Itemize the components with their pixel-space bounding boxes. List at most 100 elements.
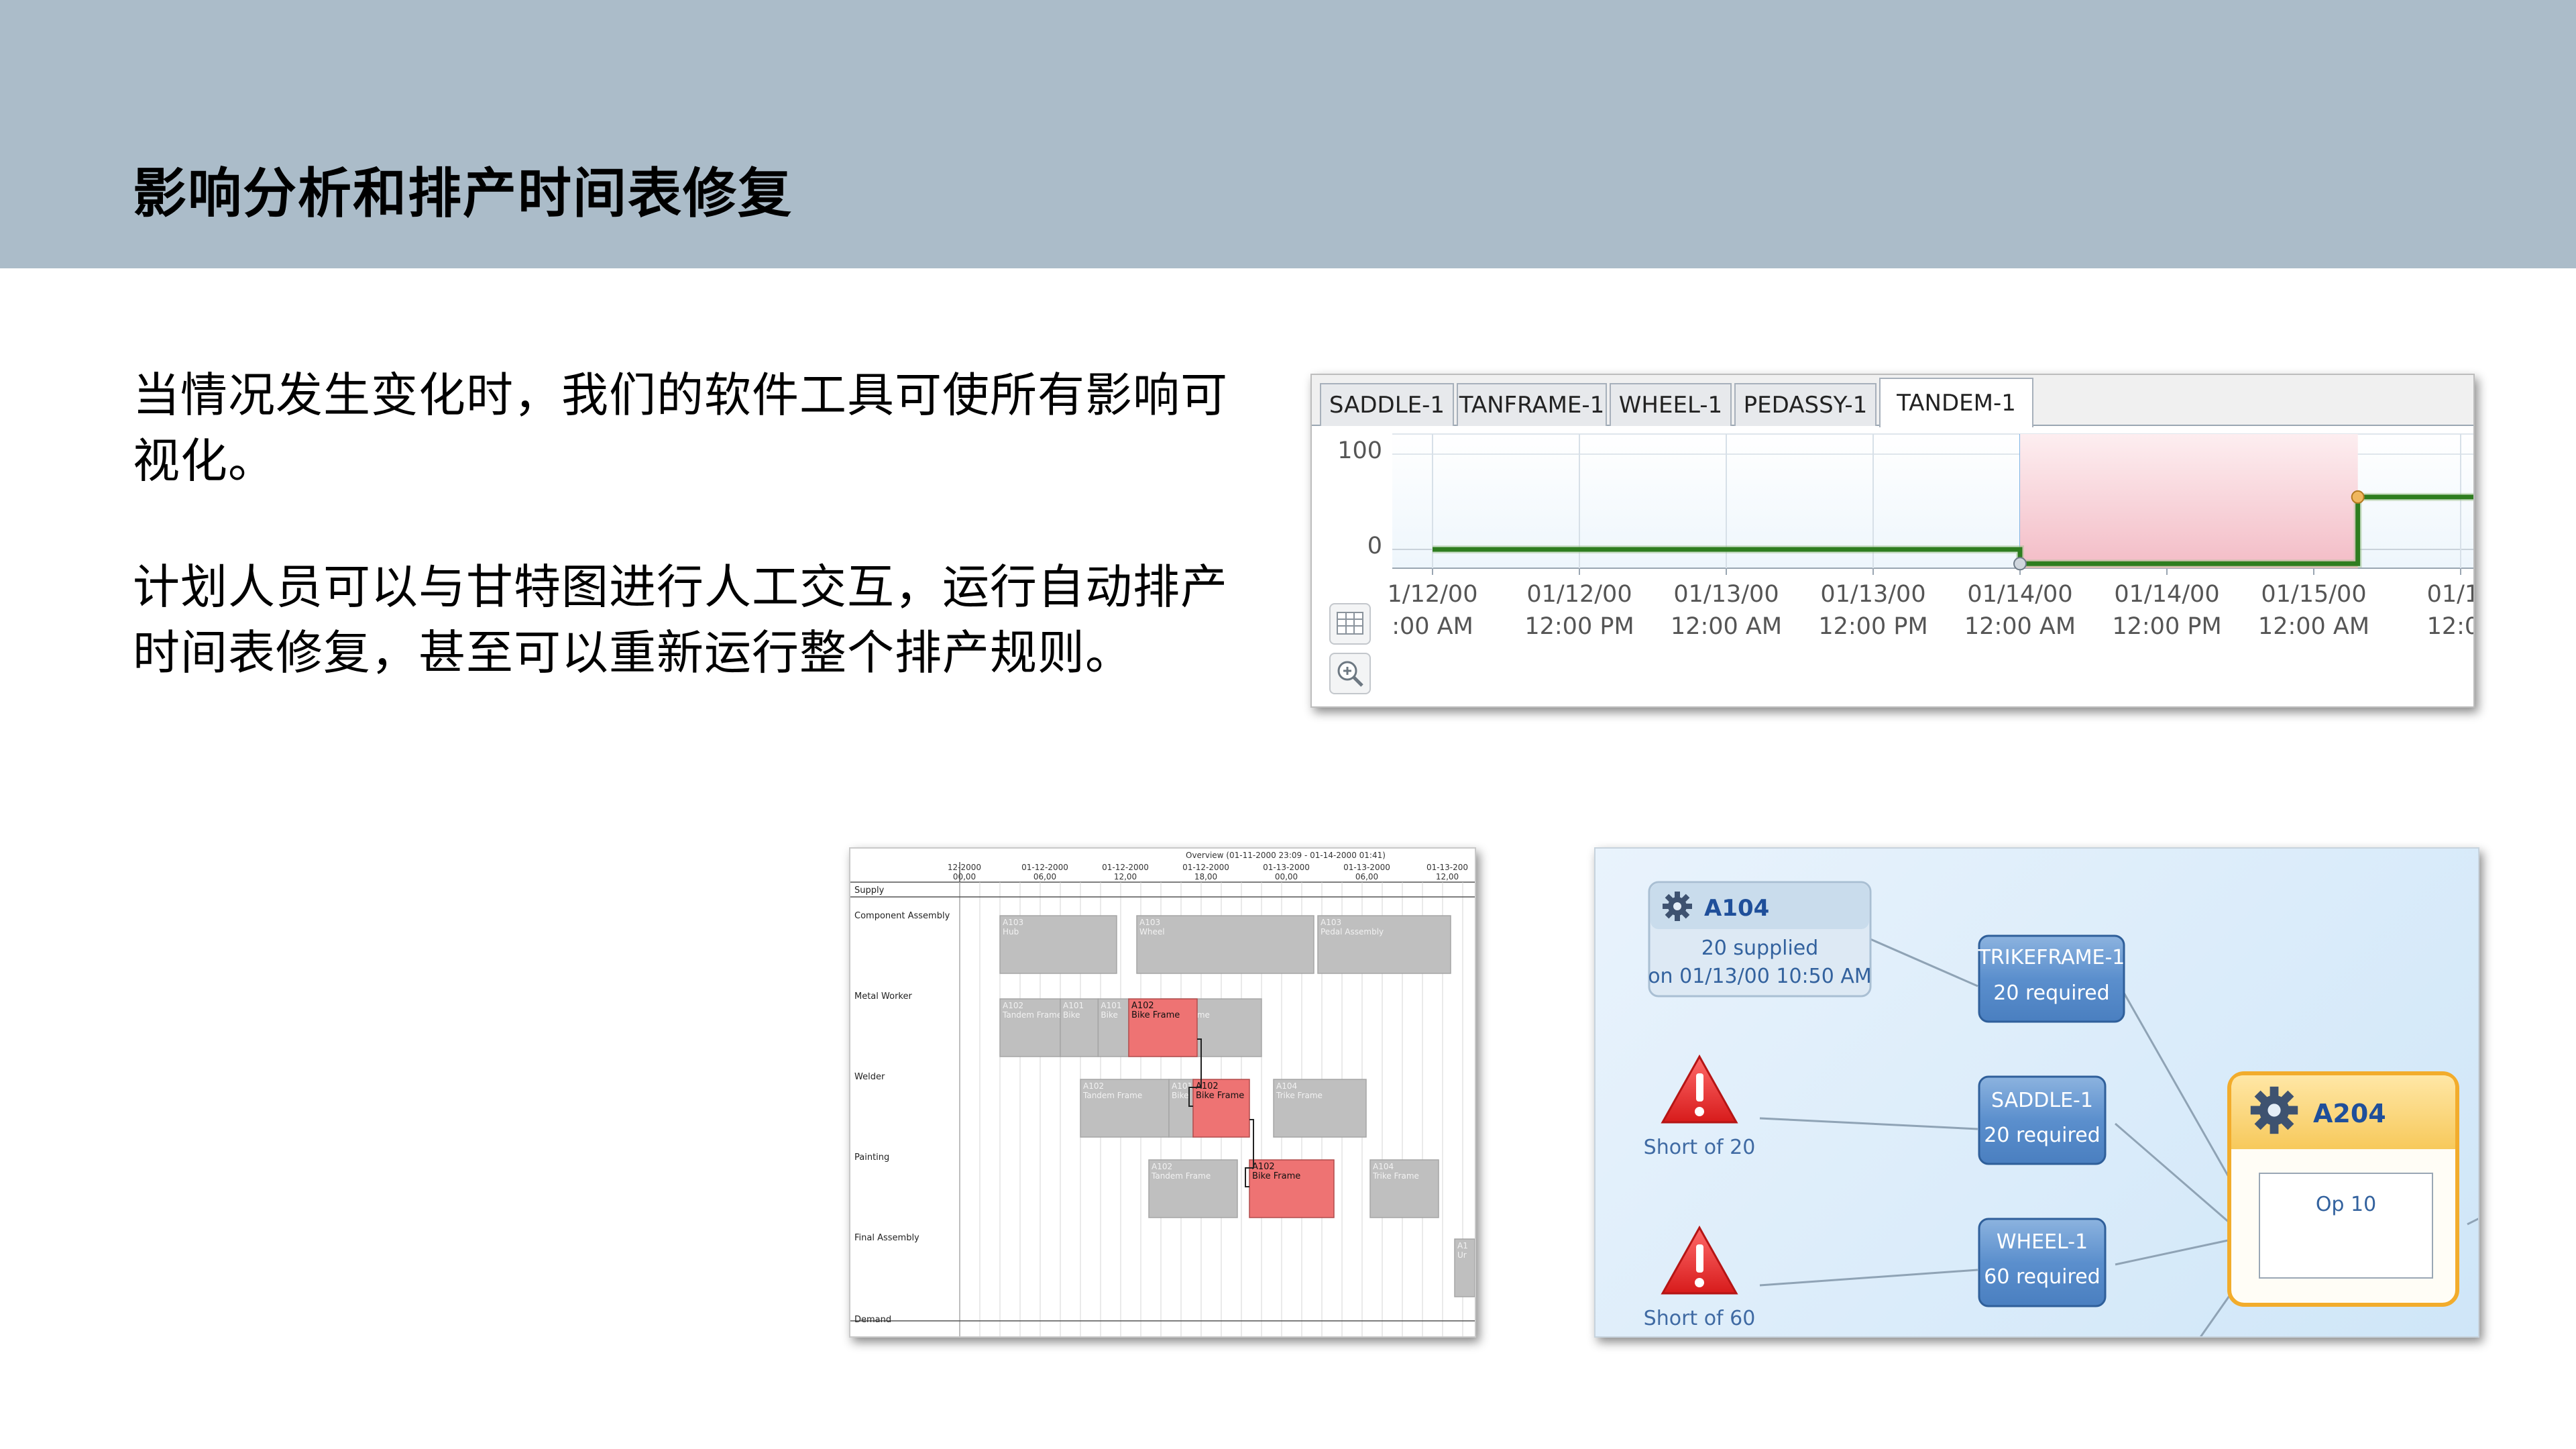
x-tick-time: 12:00 PM (1524, 613, 1634, 640)
x-tick-date: 01/15/00 (2261, 581, 2366, 608)
slide-title: 影响分析和排产时间表修复 (133, 162, 793, 225)
gear-icon (2250, 1086, 2298, 1134)
gantt-lane-label: Component Assembly (854, 911, 950, 921)
gantt-bar-label: Bike (1172, 1091, 1188, 1100)
gantt-axis-time: 06,00 (1355, 872, 1378, 881)
gantt-lanes: Supply Component Assembly Metal Worker Weld… (854, 885, 950, 1325)
x-tick-time: 12:00 PM (1818, 613, 1927, 640)
gantt-axis-date: 01-12-2000 (1182, 863, 1229, 872)
gantt-bars: A103HubA103WheelA103Pedal AssemblyA102Ta… (999, 915, 1475, 1297)
gantt-bar-label: Pedal Assembly (1321, 927, 1384, 936)
tab-wheel[interactable]: WHEEL-1 (1610, 383, 1732, 426)
gantt-bar[interactable]: A103Pedal Assembly (1317, 915, 1451, 974)
gantt-bar-id: A104 (1373, 1162, 1394, 1171)
shortage-text: Short of 60 (1644, 1307, 1756, 1330)
tab-bar: SADDLE-1 TANFRAME-1 WHEEL-1 PEDASSY-1 TA… (1312, 375, 2473, 427)
paragraph-2-line-2: 时间表修复，甚至可以重新运行整个排产规则。 (133, 625, 1133, 680)
supply-node-line2: on 01/13/00 10:50 AM (1648, 965, 1872, 988)
requirement-name: SADDLE-1 (1991, 1089, 2093, 1112)
tab-saddle[interactable]: SADDLE-1 (1320, 383, 1454, 426)
shortage-region (2020, 434, 2358, 568)
gantt-bar[interactable]: A102Tandem Frame (1080, 1079, 1170, 1138)
gantt-chart: Overview (01-11-2000 23:09 - 01-14-2000 … (850, 851, 1475, 1336)
gantt-bar-label: Trike Frame (1372, 1171, 1419, 1181)
gantt-bar[interactable]: A101Bike (1097, 998, 1129, 1057)
gantt-bar-label: Hub (1003, 927, 1019, 936)
gantt-bar-critical[interactable]: A102Bike Frame (1249, 1159, 1335, 1218)
supply-node-line1: 20 supplied (1701, 936, 1819, 960)
tab-tandem[interactable]: TANDEM-1 (1879, 378, 2033, 427)
x-tick-labels: 1/12/00:00 AM 01/12/00 12:00 PM 01/13/00 12:… (1388, 581, 2475, 640)
requirement-node-trikeframe[interactable]: TRIKEFRAME-1 20 required (1978, 934, 2125, 1023)
gantt-time-axis: 12-200000,0001-12-200006,0001-12-200012,… (948, 863, 1468, 881)
gantt-axis-date: 01-13-200 (1426, 863, 1468, 872)
gantt-bar[interactable]: A101Bike (1060, 998, 1099, 1057)
gantt-bar[interactable]: A102Tandem Frame (1148, 1159, 1238, 1218)
dependency-network-panel: A104 20 supplied on 01/13/00 10:50 AM TR… (1594, 847, 2479, 1338)
gantt-bar-label: Bike Frame (1196, 1091, 1244, 1101)
operation-node-a204[interactable]: A204 Op 10 (2227, 1071, 2459, 1307)
operation-box[interactable] (2259, 1173, 2433, 1279)
line-marker-end (2351, 490, 2365, 504)
x-tick-time: 12:00 AM (2258, 613, 2369, 640)
gantt-bar-critical[interactable]: A102Bike Frame (1128, 998, 1198, 1057)
gantt-bar-id: A102 (1196, 1081, 1219, 1091)
gantt-bar-label: Tandem Frame (1082, 1091, 1142, 1100)
shortage-text: Short of 20 (1644, 1136, 1756, 1159)
gantt-lane-label: Demand (854, 1315, 891, 1325)
x-tick-date: 01/13/00 (1820, 581, 1925, 608)
gantt-bar-id: A102 (1131, 1001, 1154, 1011)
requirement-qty: 20 required (1984, 1124, 2100, 1147)
paragraph-1-line-1: 当情况发生变化时，我们的软件工具可使所有影响可 (133, 368, 1228, 423)
x-tick-time: 12:00 AM (1671, 613, 1782, 640)
gantt-bar-rect (1136, 915, 1314, 974)
gantt-bar-id: A1 (1457, 1241, 1468, 1250)
paragraph-2-line-1: 计划人员可以与甘特图进行人工交互，运行自动排产 (133, 559, 1228, 614)
gantt-lane-label: Metal Worker (854, 991, 912, 1002)
requirement-name: TRIKEFRAME-1 (1978, 946, 2125, 969)
x-tick-date: 01/12/00 (1526, 581, 1632, 608)
gantt-bar-label: Wheel (1139, 927, 1165, 936)
gantt-axis-time: 06,00 (1033, 872, 1056, 881)
gantt-bar-label: Bike Frame (1252, 1171, 1300, 1181)
gantt-bar[interactable]: A104Trike Frame (1369, 1159, 1439, 1218)
tab-tanframe[interactable]: TANFRAME-1 (1457, 383, 1607, 426)
gantt-bar-label: Trike Frame (1276, 1091, 1323, 1100)
gantt-lane-label: Supply (854, 885, 885, 896)
gantt-bar-id: A104 (1276, 1081, 1297, 1091)
requirement-node-wheel[interactable]: WHEEL-1 60 required (1978, 1218, 2107, 1307)
gantt-bar[interactable]: A102Tandem Frame (999, 998, 1062, 1057)
paragraph-1-line-2: 视化。 (133, 433, 276, 488)
gantt-bar[interactable]: A103Hub (999, 915, 1117, 974)
gantt-bar-id: A101 (1101, 1001, 1121, 1010)
gantt-bar-id: A103 (1321, 918, 1341, 927)
inventory-chart-panel: SADDLE-1 TANFRAME-1 WHEEL-1 PEDASSY-1 TA… (1310, 374, 2475, 708)
gantt-bar-id: A103 (1139, 918, 1160, 927)
x-tick-label: 01/15/00 12:00 AM (2258, 581, 2369, 640)
gantt-bar[interactable]: A104Trike Frame (1273, 1079, 1367, 1138)
header-band (0, 0, 2576, 268)
x-tick-time: 12:00 PM (2112, 613, 2221, 640)
paragraph-2: 计划人员可以与甘特图进行人工交互，运行自动排产 时间表修复，甚至可以重新运行整个… (133, 554, 1286, 686)
gantt-axis-date: 01-12-2000 (1102, 863, 1149, 872)
gantt-lane-label: Final Assembly (854, 1233, 919, 1243)
gantt-axis-date: 01-13-2000 (1343, 863, 1390, 872)
gantt-bar-id: A102 (1003, 1001, 1023, 1010)
gantt-axis-time: 12,00 (1114, 872, 1137, 881)
operation-label: Op 10 (2316, 1193, 2376, 1216)
gantt-bar[interactable]: A103Wheel (1136, 915, 1314, 974)
zoom-icon[interactable] (1329, 653, 1371, 694)
line-marker-start (2013, 557, 2027, 571)
requirement-name: WHEEL-1 (1997, 1230, 2088, 1254)
gantt-bar-id: A103 (1003, 918, 1023, 927)
tab-pedassy[interactable]: PEDASSY-1 (1734, 383, 1877, 426)
dependency-network: A104 20 supplied on 01/13/00 10:50 AM TR… (1644, 881, 2478, 1336)
x-tick-date: 01/15 (2427, 581, 2475, 608)
table-icon[interactable] (1329, 603, 1371, 645)
x-tick-label: 01/13/00 12:00 PM (1818, 581, 1927, 640)
gantt-axis-time: 00,00 (1275, 872, 1298, 881)
gantt-bar[interactable]: A1Ur (1454, 1238, 1475, 1297)
requirement-node-saddle[interactable]: SADDLE-1 20 required (1978, 1075, 2107, 1165)
supply-node-a104[interactable]: A104 20 supplied on 01/13/00 10:50 AM (1648, 881, 1872, 998)
requirement-qty: 60 required (1984, 1265, 2100, 1289)
